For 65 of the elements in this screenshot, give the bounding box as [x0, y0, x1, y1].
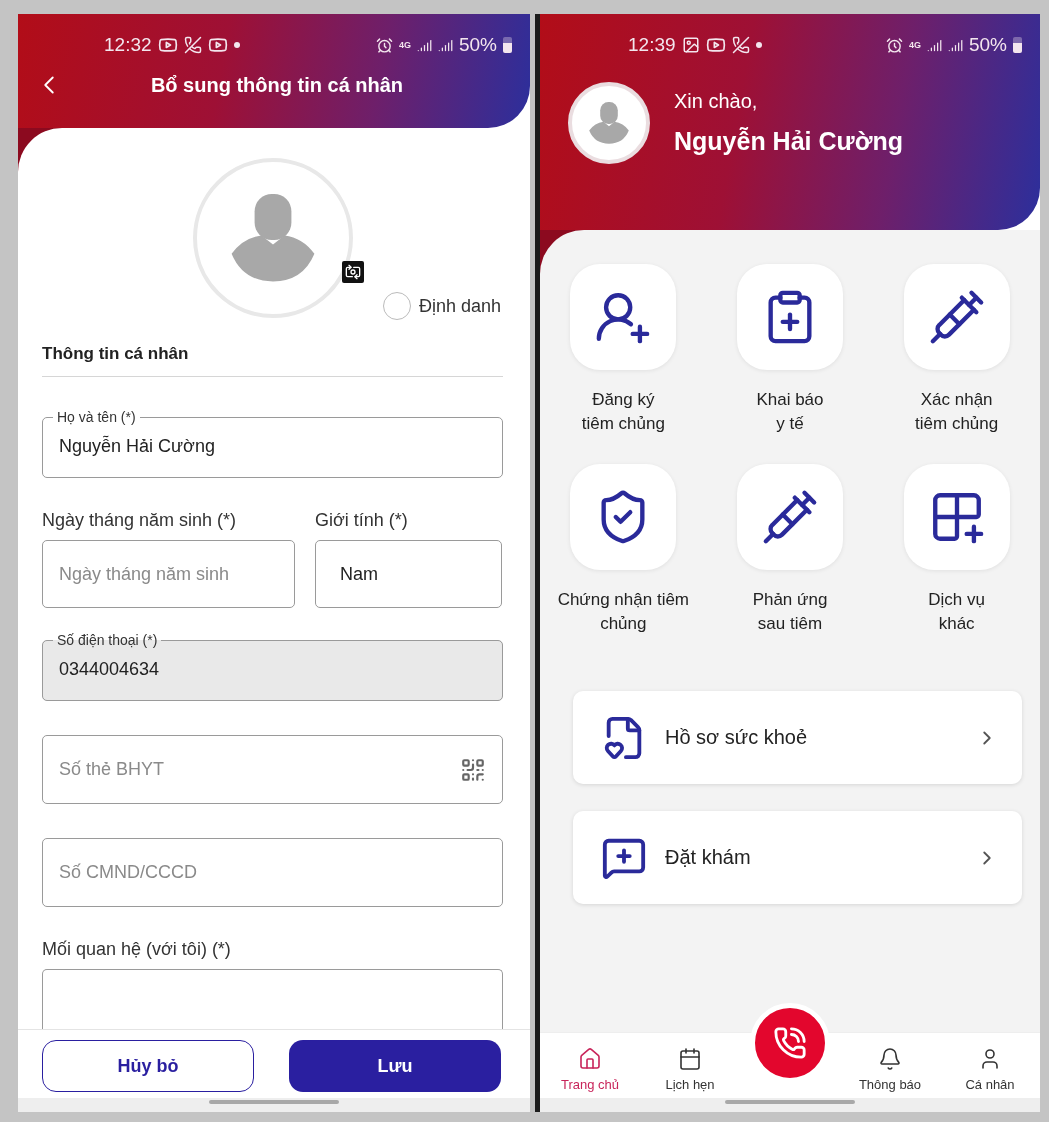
- field-label: Mối quan hệ (với tôi) (*): [42, 939, 232, 960]
- gesture-handle[interactable]: [209, 1100, 339, 1104]
- user-name: Nguyễn Hải Cường: [674, 127, 903, 156]
- syringe-icon: [761, 488, 819, 546]
- battery-icon: [503, 37, 512, 53]
- phone-call-icon: [773, 1026, 807, 1060]
- service-label: Chứng nhận tiêm chủng: [557, 589, 690, 635]
- signal-icon: [947, 37, 963, 53]
- video-icon: [705, 35, 726, 55]
- notification-dot-icon: [755, 42, 762, 48]
- cancel-button[interactable]: Hủy bỏ: [42, 1040, 254, 1092]
- alarm-icon: [885, 36, 903, 54]
- service-tile[interactable]: [737, 264, 843, 370]
- field-label: Giới tính (*): [315, 510, 409, 531]
- signal-icon: [926, 37, 942, 53]
- shortcut-card[interactable]: Đặt khám: [573, 811, 1022, 904]
- service-label: Khai báo y tế: [756, 389, 824, 435]
- bell-icon: [878, 1047, 902, 1071]
- nav-tab[interactable]: Trang chủ: [540, 1047, 640, 1092]
- text-field[interactable]: Số thẻ BHYT: [42, 735, 503, 804]
- text-field[interactable]: Họ và tên (*) Nguyễn Hải Cường: [42, 409, 503, 478]
- field-label: Ngày tháng năm sinh (*): [42, 510, 238, 531]
- switch-camera-icon[interactable]: [342, 261, 364, 283]
- battery-icon: [1013, 37, 1022, 53]
- screen-title: Bổ sung thông tin cá nhân: [149, 73, 405, 97]
- status-time: 12:39: [628, 34, 676, 56]
- text-field[interactable]: Số CMND/CCCD: [42, 838, 503, 907]
- home-icon: [578, 1047, 602, 1071]
- signal-icon: [437, 37, 453, 53]
- service-label: Đăng ký tiêm chủng: [581, 389, 665, 435]
- gesture-handle[interactable]: [725, 1100, 855, 1104]
- video-icon: [207, 35, 228, 55]
- calendar-icon: [678, 1047, 702, 1071]
- nav-tab[interactable]: Thông báo: [840, 1047, 940, 1092]
- radio-label: Định danh: [418, 295, 501, 317]
- service-tile[interactable]: [570, 264, 677, 370]
- avatar-silhouette-icon: [587, 102, 631, 144]
- video-icon: [157, 35, 178, 55]
- service-label: Xác nhận tiêm chủng: [915, 389, 999, 435]
- service-tile[interactable]: [903, 264, 1010, 370]
- battery-percent: 50%: [968, 34, 1007, 56]
- qr-code-icon[interactable]: [460, 756, 486, 783]
- status-time: 12:32: [104, 34, 152, 56]
- missed-call-icon: [183, 36, 202, 54]
- shortcut-card[interactable]: Hồ sơ sức khoẻ: [573, 691, 1022, 784]
- service-tile[interactable]: [570, 464, 677, 570]
- signal-icon: [416, 37, 432, 53]
- service-tile[interactable]: [903, 464, 1010, 570]
- image-icon: [681, 36, 700, 54]
- greeting: Xin chào,: [674, 90, 759, 113]
- missed-call-icon: [731, 36, 750, 54]
- notification-dot-icon: [233, 42, 240, 48]
- service-tile[interactable]: [737, 464, 843, 570]
- gender-field[interactable]: Nam: [315, 540, 502, 608]
- alarm-icon: [375, 36, 393, 54]
- section-title: Thông tin cá nhân: [42, 344, 503, 377]
- network-type: 4G: [398, 40, 411, 50]
- service-label: Dịch vụ khác: [928, 589, 985, 635]
- battery-percent: 50%: [458, 34, 497, 56]
- network-type: 4G: [908, 40, 921, 50]
- save-button[interactable]: Lưu: [289, 1040, 501, 1092]
- nav-tab[interactable]: Cá nhân: [940, 1047, 1040, 1092]
- service-label: Phản ứng sau tiêm: [752, 589, 828, 635]
- date-field[interactable]: Ngày tháng năm sinh: [42, 540, 295, 608]
- nav-tab[interactable]: Lịch hẹn: [640, 1047, 740, 1092]
